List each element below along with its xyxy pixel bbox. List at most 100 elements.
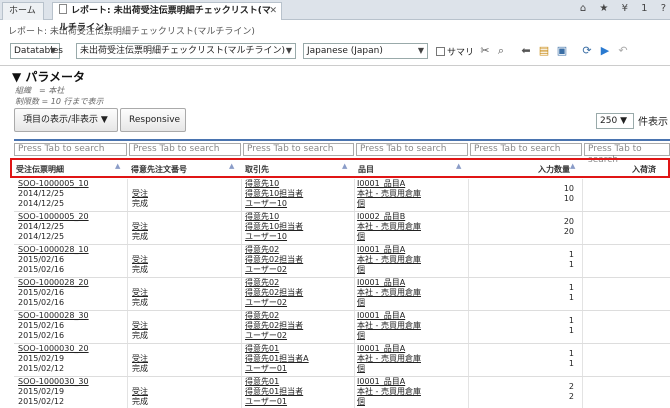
column-header[interactable]: 取引先 [245,164,269,175]
language-select[interactable]: Japanese (Japan) ▼ [303,43,428,59]
filter-input[interactable]: Press Tab to search [14,143,127,156]
table-cell[interactable]: I0001_品目A [357,245,405,255]
table-cell[interactable]: 本社 - 売買用倉庫 [357,222,421,232]
table-row[interactable]: SOO-1000028_20 2015/02/16 2015/02/16 受注 完成 得意… [14,278,670,311]
table-row[interactable]: SOO-1000005_10 2014/12/25 2014/12/25 受注 完成 得意… [14,179,670,212]
table-cell[interactable]: 本社 - 売買用倉庫 [357,387,421,397]
magnifier-icon[interactable]: ⌕ [494,44,508,58]
table-cell[interactable]: ユーザー01 [245,397,287,407]
table-cell[interactable]: I0001_品目A [357,344,405,354]
table-cell[interactable]: 個 [357,298,365,308]
responsive-button[interactable]: Responsive [120,108,186,132]
table-cell[interactable]: 得意先01 [245,344,279,354]
table-cell[interactable]: I0002_品目B [357,212,405,222]
table-cell[interactable]: 本社 - 売買用倉庫 [357,255,421,265]
refresh-icon[interactable]: ⟳ [580,44,594,58]
sort-icon[interactable]: ▲ [342,162,347,170]
table-row[interactable]: SOO-1000028_30 2015/02/16 2015/02/16 受注 完成 得意… [14,311,670,344]
table-cell[interactable]: 本社 - 売買用倉庫 [357,321,421,331]
parameter-title[interactable]: ▼ パラメータ [12,68,104,85]
table-cell[interactable]: 得意先10担当者 [245,222,303,232]
table-cell[interactable]: 得意先02担当者 [245,255,303,265]
house-icon[interactable]: ⌂ [580,3,586,14]
sort-icon[interactable]: ▲ [456,162,461,170]
column-header[interactable]: 得意先注文番号 [131,164,187,175]
table-cell[interactable]: 得意先02 [245,311,279,321]
table-cell[interactable]: ユーザー02 [245,298,287,308]
table-cell[interactable]: ユーザー02 [245,265,287,275]
column-header[interactable]: 入力数量 [538,164,570,175]
column-visibility-button[interactable]: 項目の表示/非表示 ▼ [14,108,118,132]
arrow-left-icon[interactable]: ⬅ [519,44,533,58]
help-icon[interactable]: ? [661,3,666,14]
table-cell[interactable]: SOO-1000005_20 [18,212,89,222]
table-cell[interactable]: 得意先02担当者 [245,321,303,331]
table-cell[interactable]: 受注 [132,255,148,265]
table-cell[interactable]: 受注 [132,387,148,397]
table-cell[interactable]: 本社 - 売買用倉庫 [357,354,421,364]
checkbox-box[interactable] [436,47,445,56]
tab-home[interactable]: ホーム [2,2,44,20]
sort-icon[interactable]: ▲ [570,162,575,170]
filter-input[interactable]: Press Tab to search [243,143,354,156]
table-cell[interactable]: SOO-1000028_10 [18,245,89,255]
table-cell[interactable]: 個 [357,364,365,374]
number-icon[interactable]: 1 [641,3,647,14]
table-cell[interactable]: 得意先02 [245,245,279,255]
table-cell[interactable]: 受注 [132,189,148,199]
table-cell[interactable]: I0001_品目A [357,179,405,189]
table-cell[interactable]: SOO-1000028_30 [18,311,89,321]
table-row[interactable]: SOO-1000005_20 2014/12/25 2014/12/25 受注 完成 得意… [14,212,670,245]
play-icon[interactable]: ▶ [598,44,612,58]
column-header[interactable]: 受注伝票明細 [16,164,64,175]
table-cell[interactable]: 得意先01 [245,377,279,387]
table-cell[interactable]: 受注 [132,354,148,364]
table-cell[interactable]: 個 [357,397,365,407]
filter-input[interactable]: Press Tab to search [470,143,582,156]
sort-icon[interactable]: ▲ [229,162,234,170]
table-cell[interactable]: 受注 [132,321,148,331]
table-cell[interactable]: I0001_品目A [357,377,405,387]
save-icon[interactable]: ▣ [555,44,569,58]
table-cell[interactable]: 得意先10 [245,179,279,189]
column-header[interactable]: 品目 [358,164,374,175]
table-cell[interactable]: ユーザー10 [245,232,287,242]
table-cell[interactable]: 個 [357,331,365,341]
table-row[interactable]: SOO-1000028_10 2015/02/16 2015/02/16 受注 完成 得意… [14,245,670,278]
table-cell[interactable]: 得意先10担当者 [245,189,303,199]
summary-checkbox[interactable]: サマリ [436,45,474,58]
page-size-select[interactable]: 250 ▼ [596,113,634,129]
table-cell[interactable]: I0001_品目A [357,278,405,288]
table-cell[interactable]: 得意先01担当者A [245,354,309,364]
filter-input[interactable]: Press Tab to search [356,143,468,156]
column-header[interactable]: 入荷済 [632,164,656,175]
table-cell[interactable]: 個 [357,232,365,242]
filter-input[interactable]: Press Tab to search [584,143,670,165]
datasource-select[interactable]: Datatables ▼ [10,43,63,59]
close-icon[interactable]: ✕ [269,3,277,20]
table-cell[interactable]: 得意先01担当者 [245,387,303,397]
table-cell[interactable]: SOO-1000030_30 [18,377,89,387]
table-cell[interactable]: 個 [357,199,365,209]
chevron-down-icon[interactable]: ¥ [622,3,628,14]
table-cell[interactable]: 得意先10 [245,212,279,222]
table-cell[interactable]: ユーザー10 [245,199,287,209]
table-cell[interactable]: SOO-1000005_10 [18,179,89,189]
table-cell[interactable]: ユーザー01 [245,364,287,374]
table-cell[interactable]: 個 [357,265,365,275]
table-cell[interactable]: SOO-1000030_20 [18,344,89,354]
table-cell[interactable]: I0001_品目A [357,311,405,321]
scissors-icon[interactable]: ✂ [478,44,492,58]
tab-report[interactable]: レポート: 未出荷受注伝票明細チェックリスト(マルチライン) ✕ [52,2,282,33]
table-cell[interactable]: 得意先02担当者 [245,288,303,298]
undo-icon[interactable]: ↶ [616,44,630,58]
sort-icon[interactable]: ▲ [115,162,120,170]
table-cell[interactable]: ユーザー02 [245,331,287,341]
table-row[interactable]: SOO-1000030_30 2015/02/19 2015/02/12 受注 完成 得意… [14,377,670,408]
table-cell[interactable]: SOO-1000028_20 [18,278,89,288]
filter-input[interactable]: Press Tab to search [129,143,241,156]
table-cell[interactable]: 受注 [132,222,148,232]
table-row[interactable]: SOO-1000030_20 2015/02/19 2015/02/12 受注 完成 得意… [14,344,670,377]
table-cell[interactable]: 受注 [132,288,148,298]
list-icon[interactable]: ▤ [537,44,551,58]
